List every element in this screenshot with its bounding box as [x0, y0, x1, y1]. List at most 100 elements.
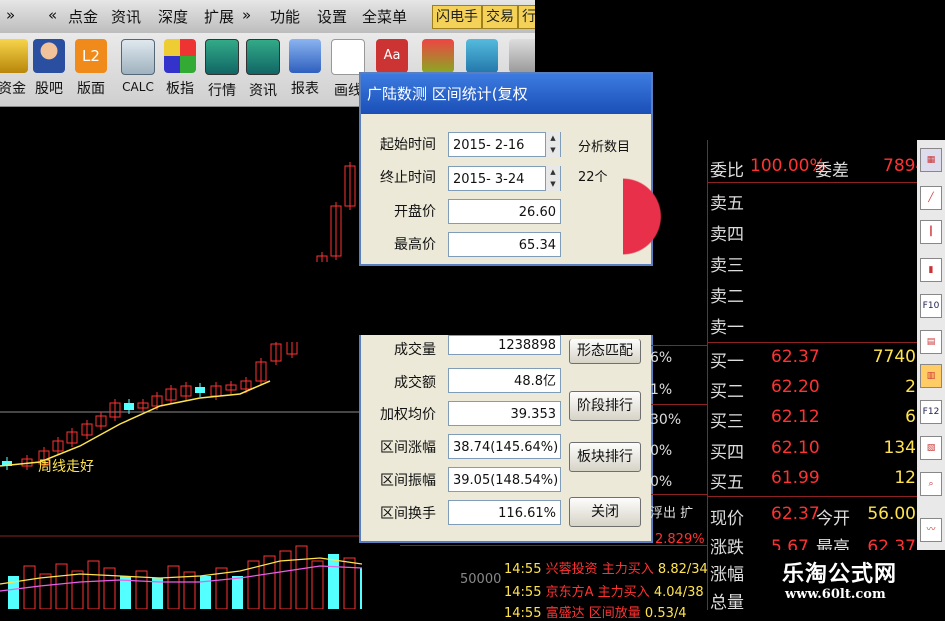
- dialog-title[interactable]: 广陆数测 区间统计(复权: [361, 74, 651, 114]
- stage-rank-button[interactable]: 阶段排行: [569, 391, 641, 421]
- interval-change-label: 区间涨幅: [380, 440, 436, 456]
- float-out-text: 浮出: [650, 506, 677, 521]
- menu-item-settings[interactable]: 设置: [317, 6, 347, 27]
- sidebar-search-icon[interactable]: ⌕: [920, 472, 942, 496]
- toolbar-button-quote[interactable]: 行情: [200, 37, 244, 103]
- expand-text: 扩: [680, 506, 694, 521]
- volume-bar: [71, 570, 84, 609]
- buy-5-price: 61.99: [771, 468, 820, 488]
- end-time-spinner[interactable]: ▲ ▼: [545, 166, 560, 191]
- order-book-divider-top: [708, 182, 918, 183]
- total-volume-label: 总量: [710, 593, 744, 613]
- end-time-value: 2015- 3-24: [453, 172, 525, 187]
- toolbar-button-report[interactable]: 报表: [283, 37, 327, 103]
- change-pct-label: 涨幅: [710, 565, 744, 585]
- ticker-name: 富盛达: [545, 606, 585, 621]
- volume-field: 1238898: [448, 335, 561, 355]
- volume-bar: [103, 567, 116, 609]
- buy-4-price: 62.10: [771, 438, 820, 458]
- kline-chart[interactable]: 周线走好: [0, 106, 362, 609]
- ticker-time: 14:55: [504, 562, 542, 577]
- menu-expand-left[interactable]: «: [48, 6, 57, 24]
- menu-item-all-menu[interactable]: 全菜单: [362, 6, 407, 27]
- sidebar-bar-chart-icon[interactable]: ▮: [920, 258, 942, 282]
- change-label: 涨跌: [710, 538, 744, 558]
- ticker-name: 京东方A: [545, 585, 594, 600]
- trade-button[interactable]: 交易: [482, 5, 518, 29]
- volume-bar: [343, 557, 356, 609]
- open-price-field: 26.60: [448, 199, 561, 224]
- toolbar-label-layout: 版面: [77, 81, 105, 97]
- interval-amplitude-field: 39.05(148.54%): [448, 467, 561, 492]
- sidebar-line-chart-icon[interactable]: ╱: [920, 186, 942, 210]
- ticker-row[interactable]: 14:55 兴蓉投资 主力买入 8.82/34: [504, 558, 708, 577]
- toolbar-label-report: 报表: [291, 81, 319, 97]
- mid-divider-1: [651, 345, 707, 346]
- toolbar-label-quote: 行情: [208, 83, 236, 99]
- volume-bar: [87, 560, 100, 609]
- start-time-spinner[interactable]: ▲ ▼: [545, 132, 560, 157]
- ticker-name: 兴蓉投资: [545, 562, 598, 577]
- ticker-action: 区间放量: [588, 606, 641, 621]
- mid-pct-1: 6%: [650, 350, 673, 366]
- lightning-trade-button[interactable]: 闪电手: [432, 5, 482, 29]
- analysis-count-value: 22个: [578, 170, 608, 185]
- ticker-row[interactable]: 14:55 京东方A 主力买入 4.04/38: [504, 581, 704, 600]
- toolbar-button-calc[interactable]: CALC: [116, 37, 160, 103]
- volume-ma-line-2: [0, 565, 362, 592]
- dialog-shadow-decoration: [623, 169, 663, 264]
- alert-ticker: 50000 14:55 兴蓉投资 主力买入 8.82/34 14:55 京东方A…: [400, 545, 708, 621]
- pattern-match-button[interactable]: 形态匹配: [569, 339, 641, 364]
- sell-3-label: 卖三: [710, 256, 744, 276]
- volume-label: 成交量: [394, 342, 436, 358]
- sell-4-label: 卖四: [710, 225, 744, 245]
- menu-item-function[interactable]: 功能: [270, 6, 300, 27]
- close-button[interactable]: 关闭: [569, 497, 641, 527]
- sidebar-panel-icon[interactable]: ▤: [920, 330, 942, 354]
- sidebar-grid-icon[interactable]: ▦: [920, 148, 942, 172]
- l2-icon: L2: [75, 39, 107, 73]
- quote-icon: [205, 39, 239, 75]
- chart-icon: [422, 39, 454, 73]
- start-time-label: 起始时间: [380, 137, 436, 153]
- menu-item-news[interactable]: 资讯: [111, 6, 141, 27]
- start-time-value: 2015- 2-16: [453, 138, 525, 153]
- interval-stats-dialog-lower: 成交量 1238898 成交额 48.8亿 加权均价 39.353 区间涨幅 3…: [359, 335, 653, 543]
- report-icon: [289, 39, 321, 73]
- watermark-url: www.60lt.com: [785, 587, 886, 602]
- sidebar-wave-icon[interactable]: 〰: [920, 518, 942, 542]
- sell-5-label: 卖五: [710, 194, 744, 214]
- sector-rank-button[interactable]: 板块排行: [569, 442, 641, 472]
- sidebar-note-icon[interactable]: ▥: [920, 364, 942, 388]
- buy-2-price: 62.20: [771, 377, 820, 397]
- toolbar-button-news[interactable]: 资讯: [241, 37, 285, 103]
- sector-index-icon: [164, 39, 196, 73]
- sidebar-kline-icon[interactable]: ┃: [920, 220, 942, 244]
- menu-item-depth[interactable]: 深度: [158, 6, 188, 27]
- toolbar-button-layout[interactable]: L2 版面: [69, 37, 113, 103]
- ticker-row[interactable]: 14:55 富盛达 区间放量 0.53/4: [504, 602, 687, 621]
- order-book-divider-mid: [708, 342, 918, 343]
- volume-bar: [167, 565, 180, 609]
- volume-bar: [55, 563, 68, 609]
- menu-item-dianjin[interactable]: 点金: [68, 6, 98, 27]
- sidebar-f10-icon[interactable]: F10: [920, 294, 942, 318]
- buy-2-volume: 2: [905, 377, 916, 397]
- menu-collapse-left[interactable]: »: [6, 6, 15, 24]
- amount-field: 48.8亿: [448, 368, 561, 393]
- mask-middle-band: [0, 262, 720, 342]
- mid-pct-2: 1%: [650, 382, 673, 398]
- menu-expand-right[interactable]: »: [242, 6, 251, 24]
- avg-price-label: 加权均价: [380, 407, 436, 423]
- sidebar-f12-icon[interactable]: F12: [920, 400, 942, 424]
- today-open-label: 今开: [816, 509, 850, 529]
- interval-stats-dialog: 广陆数测 区间统计(复权 起始时间 2015- 2-16 ▲ ▼ 分析数目 终止时…: [359, 72, 663, 266]
- volume-bars-group: [8, 545, 362, 609]
- toolbar-button-forum[interactable]: 股吧: [27, 37, 71, 103]
- menu-item-extend[interactable]: 扩展: [204, 6, 234, 27]
- buy-4-label: 买四: [710, 443, 744, 463]
- open-price-label: 开盘价: [394, 204, 436, 220]
- ticker-time: 14:55: [504, 585, 542, 600]
- sidebar-report-icon[interactable]: ▧: [920, 436, 942, 460]
- toolbar-button-sector-index[interactable]: 板指: [158, 37, 202, 103]
